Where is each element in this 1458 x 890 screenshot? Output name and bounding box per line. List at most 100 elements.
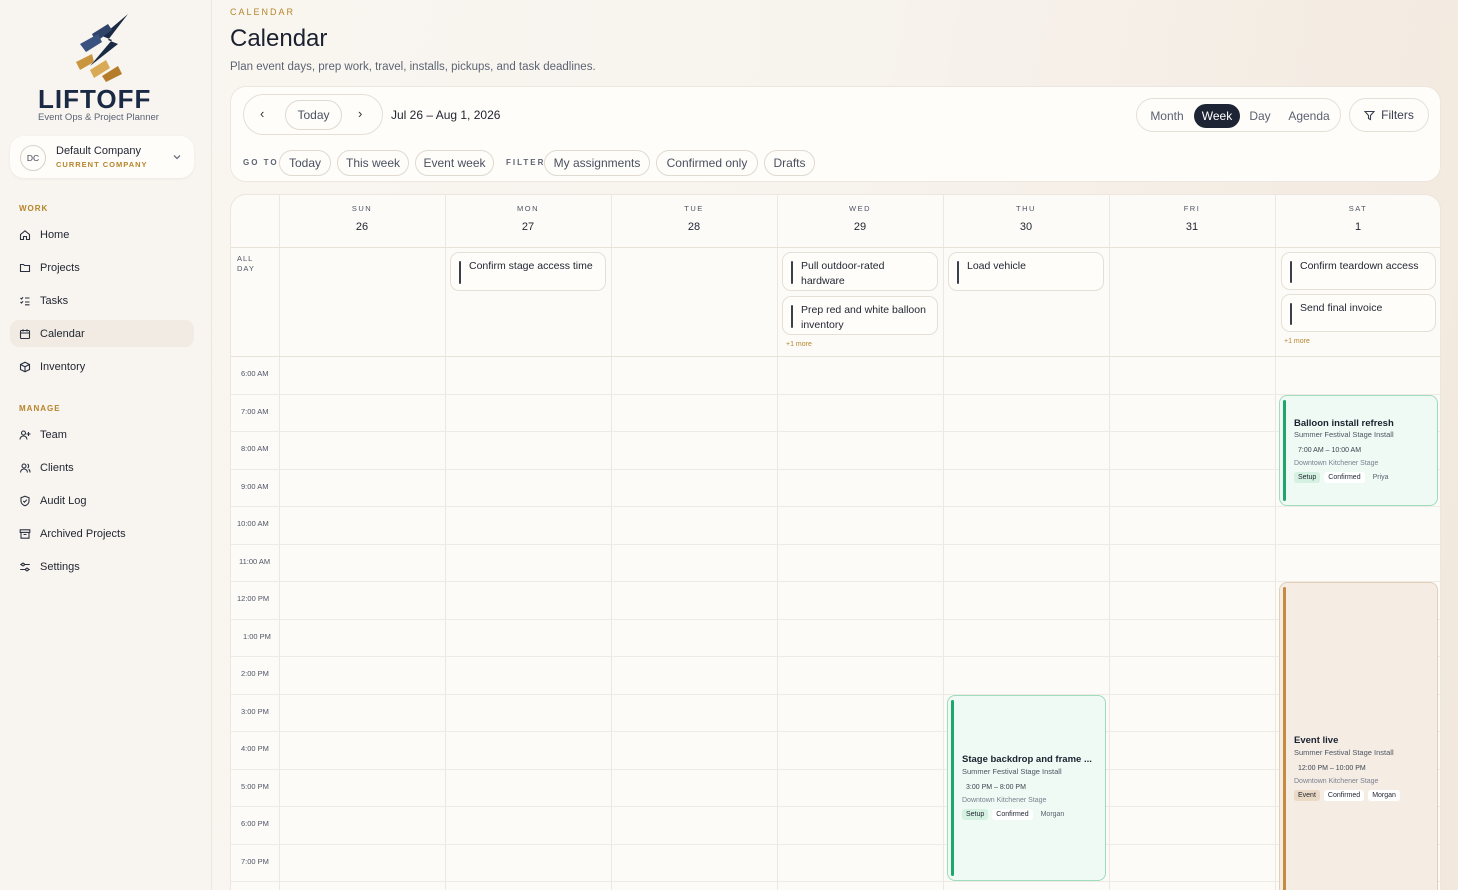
- event-color-bar: [791, 305, 793, 328]
- goto-this-week-chip[interactable]: This week: [337, 150, 409, 176]
- date-navigation: ‹ Today ›: [243, 94, 383, 135]
- event-location: Downtown Kitchener Stage: [962, 797, 1047, 804]
- calendar-event[interactable]: Stage backdrop and frame ... Summer Fest…: [947, 695, 1106, 881]
- archive-icon: [19, 528, 31, 539]
- work-section-label: WORK: [19, 204, 49, 213]
- sidebar-item-projects[interactable]: Projects: [10, 254, 194, 281]
- filter-confirmed-only-chip[interactable]: Confirmed only: [656, 150, 758, 176]
- day-of-week: FRI: [1183, 204, 1201, 213]
- event-location: Downtown Kitchener Stage: [1294, 778, 1379, 785]
- sidebar-item-team[interactable]: Team: [10, 421, 194, 448]
- grid-line: [231, 619, 1440, 620]
- event-project: Summer Festival Stage Install: [1294, 430, 1394, 439]
- more-events-link[interactable]: +1 more: [1284, 338, 1310, 345]
- event-tags: Setup Confirmed Priya: [1294, 472, 1393, 483]
- day-number: 28: [687, 221, 701, 233]
- allday-event[interactable]: Send final invoice: [1281, 294, 1436, 332]
- day-header-thu[interactable]: THU 30: [943, 195, 1109, 247]
- time-label: 5:00 PM: [241, 782, 269, 791]
- users-icon: [19, 462, 31, 473]
- week-calendar: SUN 26 MON 27 TUE 28 WED 29 THU 30 FRI 3…: [230, 194, 1441, 890]
- event-title: Confirm stage access time: [469, 260, 593, 272]
- sidebar-item-clients[interactable]: Clients: [10, 454, 194, 481]
- time-label: 12:00 PM: [237, 594, 270, 603]
- company-name: Default Company: [56, 145, 141, 157]
- sidebar-item-archived-projects[interactable]: Archived Projects: [10, 520, 194, 547]
- day-header-wed[interactable]: WED 29: [777, 195, 943, 247]
- prev-week-button[interactable]: ‹: [260, 106, 264, 121]
- event-color-bar: [1283, 587, 1286, 890]
- next-week-button[interactable]: ›: [358, 106, 362, 121]
- view-day-button[interactable]: Day: [1243, 104, 1277, 128]
- allday-event[interactable]: Confirm teardown access: [1281, 252, 1436, 290]
- day-header-fri[interactable]: FRI 31: [1109, 195, 1275, 247]
- filters-button[interactable]: Filters: [1349, 98, 1429, 132]
- more-events-link[interactable]: +1 more: [786, 341, 812, 348]
- manage-section-label: MANAGE: [19, 404, 61, 413]
- all-day-label: ALL DAY: [237, 254, 255, 273]
- grid-line: [231, 247, 1440, 248]
- sidebar-item-calendar[interactable]: Calendar: [10, 320, 194, 347]
- grid-line: [231, 469, 1440, 470]
- event-color-bar: [459, 261, 461, 284]
- event-time: 3:00 PM – 8:00 PM: [966, 784, 1026, 791]
- event-type-badge: Setup: [962, 809, 989, 820]
- goto-event-week-chip[interactable]: Event week: [415, 150, 494, 176]
- event-title: Load vehicle: [967, 260, 1026, 272]
- event-location: Downtown Kitchener Stage: [1294, 460, 1379, 467]
- allday-event[interactable]: Load vehicle: [948, 252, 1104, 291]
- calendar-event[interactable]: Event live Summer Festival Stage Install…: [1279, 582, 1438, 890]
- event-color-bar: [791, 261, 793, 284]
- day-header-mon[interactable]: MON 27: [445, 195, 611, 247]
- allday-event[interactable]: Pull outdoor-rated hardware: [782, 252, 938, 291]
- folder-icon: [19, 263, 31, 272]
- grid-line: [231, 356, 1440, 357]
- allday-event[interactable]: Confirm stage access time: [450, 252, 606, 291]
- view-week-button[interactable]: Week: [1194, 104, 1240, 128]
- grid-line: [231, 656, 1440, 657]
- view-switcher: Month Week Day Agenda: [1136, 98, 1341, 132]
- allday-event[interactable]: Prep red and white balloon inventory: [782, 296, 938, 335]
- view-agenda-button[interactable]: Agenda: [1282, 104, 1336, 128]
- logo-wordmark: LIFTOFF: [38, 84, 152, 114]
- grid-line: [231, 881, 1440, 882]
- sidebar-item-home[interactable]: Home: [10, 221, 194, 248]
- sidebar-item-tasks[interactable]: Tasks: [10, 287, 194, 314]
- filter-drafts-chip[interactable]: Drafts: [764, 150, 815, 176]
- page-subtitle: Plan event days, prep work, travel, inst…: [230, 61, 596, 73]
- filter-my-assignments-chip[interactable]: My assignments: [544, 150, 650, 176]
- event-color-bar: [1283, 400, 1286, 501]
- today-button[interactable]: Today: [285, 100, 342, 130]
- grid-line: [611, 195, 612, 890]
- event-project: Summer Festival Stage Install: [1294, 748, 1394, 757]
- grid-line: [231, 394, 1440, 395]
- event-time: 7:00 AM – 10:00 AM: [1298, 447, 1362, 454]
- home-icon: [19, 229, 31, 240]
- day-number: 27: [521, 221, 535, 233]
- sidebar-item-audit-log[interactable]: Audit Log: [10, 487, 194, 514]
- grid-line: [231, 806, 1440, 807]
- calendar-event[interactable]: Balloon install refresh Summer Festival …: [1279, 395, 1438, 506]
- assignee-label: Priya: [1372, 474, 1389, 481]
- sidebar-item-settings[interactable]: Settings: [10, 553, 194, 580]
- time-label: 11:00 AM: [239, 557, 271, 566]
- sidebar-item-inventory[interactable]: Inventory: [10, 353, 194, 380]
- filter-icon: [1364, 110, 1376, 120]
- goto-label: GO TO: [243, 158, 279, 167]
- event-title: Pull outdoor-rated hardware: [801, 260, 885, 287]
- time-label: 4:00 PM: [241, 744, 269, 753]
- day-header-sat[interactable]: SAT 1: [1275, 195, 1440, 247]
- day-header-tue[interactable]: TUE 28: [611, 195, 777, 247]
- sidebar-item-label: Tasks: [40, 294, 69, 307]
- sidebar-item-label: Home: [40, 228, 70, 241]
- day-number: 26: [355, 221, 369, 233]
- view-month-button[interactable]: Month: [1143, 104, 1191, 128]
- day-header-sun[interactable]: SUN 26: [279, 195, 445, 247]
- company-switcher[interactable]: DC Default Company CURRENT COMPANY: [10, 136, 194, 178]
- time-label: 6:00 AM: [241, 369, 269, 378]
- grid-line: [231, 844, 1440, 845]
- shield-icon: [20, 495, 30, 506]
- sidebar-item-label: Inventory: [40, 360, 86, 373]
- event-type-badge: Setup: [1294, 472, 1321, 483]
- goto-today-chip[interactable]: Today: [279, 150, 331, 176]
